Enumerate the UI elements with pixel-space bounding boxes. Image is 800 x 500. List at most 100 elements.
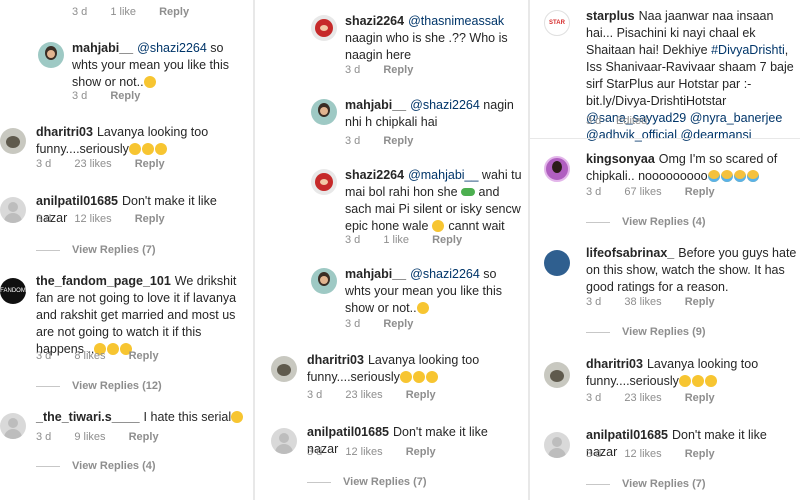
likes-count[interactable]: 67 likes bbox=[624, 186, 661, 198]
time-label: 3 d bbox=[307, 446, 323, 458]
avatar[interactable] bbox=[271, 356, 297, 382]
likes-count[interactable]: 8 likes bbox=[74, 350, 105, 362]
reply-button[interactable]: Reply bbox=[129, 431, 159, 443]
laughing-emoji-icon bbox=[141, 143, 154, 155]
comment-text: mahjabi__ @shazi2264 nagin nhi h chipkali… bbox=[345, 97, 525, 131]
username-link[interactable]: shazi2264 bbox=[345, 14, 404, 28]
likes-count[interactable]: 23 likes bbox=[624, 392, 661, 404]
reply-button[interactable]: Reply bbox=[406, 389, 436, 401]
laughing-emoji-icon bbox=[399, 371, 412, 383]
mention-link[interactable]: @shazi2264 bbox=[137, 41, 207, 55]
comment-meta: 3 d 8 likes Reply bbox=[36, 350, 179, 362]
time-label: 3 d bbox=[586, 392, 602, 404]
edited-label: Edited bbox=[616, 115, 648, 127]
likes-count[interactable]: 1 like bbox=[383, 234, 409, 246]
avatar[interactable] bbox=[311, 15, 337, 41]
mention-link[interactable]: @shazi2264 bbox=[410, 267, 480, 281]
comment-meta: 3 d 38 likes Reply bbox=[586, 296, 735, 308]
reply-button[interactable]: Reply bbox=[685, 392, 715, 404]
comment-text: kingsonyaa Omg I'm so scared of chipkali.… bbox=[586, 151, 800, 185]
likes-count[interactable]: 38 likes bbox=[624, 296, 661, 308]
likes-count[interactable]: 12 likes bbox=[624, 448, 661, 460]
avatar[interactable] bbox=[0, 413, 26, 439]
username-link[interactable]: shazi2264 bbox=[345, 168, 404, 182]
avatar[interactable] bbox=[544, 250, 570, 276]
reply-button[interactable]: Reply bbox=[383, 64, 413, 76]
thinking-emoji-icon bbox=[143, 76, 156, 88]
avatar[interactable] bbox=[38, 42, 64, 68]
likes-count[interactable]: 12 likes bbox=[74, 213, 111, 225]
username-link[interactable]: _the_tiwari.s____ bbox=[36, 410, 140, 424]
avatar[interactable] bbox=[311, 268, 337, 294]
avatar[interactable] bbox=[544, 156, 570, 182]
view-replies-button[interactable]: View Replies (12) bbox=[36, 380, 162, 392]
username-link[interactable]: mahjabi__ bbox=[72, 41, 133, 55]
avatar[interactable] bbox=[271, 428, 297, 454]
likes-count[interactable]: 23 likes bbox=[74, 158, 111, 170]
username-link[interactable]: dharitri03 bbox=[36, 125, 93, 139]
avatar[interactable] bbox=[0, 128, 26, 154]
reply-button[interactable]: Reply bbox=[383, 318, 413, 330]
username-link[interactable]: anilpatil01685 bbox=[36, 194, 118, 208]
likes-count[interactable]: 23 likes bbox=[345, 389, 382, 401]
reply-button[interactable]: Reply bbox=[383, 135, 413, 147]
username-link[interactable]: mahjabi__ bbox=[345, 267, 406, 281]
crying-emoji-icon bbox=[733, 170, 746, 182]
reply-button[interactable]: Reply bbox=[406, 446, 436, 458]
view-replies-button[interactable]: View Replies (4) bbox=[36, 460, 156, 472]
crying-emoji-icon bbox=[707, 170, 720, 182]
time-label: 3 d bbox=[345, 318, 361, 330]
reply-button[interactable]: Reply bbox=[685, 448, 715, 460]
time-label: 3 d bbox=[72, 90, 88, 102]
likes-count[interactable]: 9 likes bbox=[74, 431, 105, 443]
view-replies-button[interactable]: View Replies (7) bbox=[307, 476, 427, 488]
username-link[interactable]: mahjabi__ bbox=[345, 98, 406, 112]
avatar[interactable] bbox=[544, 432, 570, 458]
likes-count[interactable]: 12 likes bbox=[345, 446, 382, 458]
reply-button[interactable]: Reply bbox=[159, 6, 189, 18]
reply-button[interactable]: Reply bbox=[129, 350, 159, 362]
reply-button[interactable]: Reply bbox=[685, 296, 715, 308]
starplus-logo-icon[interactable]: STAR bbox=[544, 10, 570, 36]
view-replies-button[interactable]: View Replies (4) bbox=[586, 216, 706, 228]
username-link[interactable]: anilpatil01685 bbox=[307, 425, 389, 439]
hashtag-link[interactable]: #DivyaDrishti bbox=[711, 43, 785, 57]
mention-link[interactable]: @mahjabi__ bbox=[408, 168, 478, 182]
avatar[interactable] bbox=[544, 362, 570, 388]
comment-text: shazi2264 @thasnimeassak naagin who is sh… bbox=[345, 13, 525, 64]
username-link[interactable]: lifeofsabrinax_ bbox=[586, 246, 674, 260]
reply-button[interactable]: Reply bbox=[135, 158, 165, 170]
username-link[interactable]: dharitri03 bbox=[307, 353, 364, 367]
avatar[interactable] bbox=[311, 169, 337, 195]
comment-text: mahjabi__ @shazi2264 so whts your mean yo… bbox=[72, 40, 247, 91]
avatar[interactable] bbox=[0, 197, 26, 223]
view-replies-button[interactable]: View Replies (7) bbox=[36, 244, 156, 256]
avatar[interactable]: FANDOM bbox=[0, 278, 26, 304]
time-label: 3 d bbox=[586, 296, 602, 308]
reply-button[interactable]: Reply bbox=[135, 213, 165, 225]
mention-link[interactable]: @thasnimeassak bbox=[408, 14, 504, 28]
username-link[interactable]: dharitri03 bbox=[586, 357, 643, 371]
likes-count[interactable]: 1 like bbox=[110, 6, 136, 18]
mention-link[interactable]: @shazi2264 bbox=[410, 98, 480, 112]
username-link[interactable]: the_fandom_page_101 bbox=[36, 274, 171, 288]
username-link[interactable]: kingsonyaa bbox=[586, 152, 655, 166]
comment-meta: 3 d 9 likes Reply bbox=[36, 431, 179, 443]
reply-button[interactable]: Reply bbox=[110, 90, 140, 102]
thinking-emoji-icon bbox=[416, 302, 429, 314]
time-label: 3 d bbox=[345, 64, 361, 76]
avatar[interactable] bbox=[311, 99, 337, 125]
reply-button[interactable]: Reply bbox=[432, 234, 462, 246]
laughing-emoji-icon bbox=[412, 371, 425, 383]
view-replies-button[interactable]: View Replies (9) bbox=[586, 326, 706, 338]
username-link[interactable]: starplus bbox=[586, 9, 635, 23]
time-label: 3 d bbox=[36, 431, 52, 443]
reply-button[interactable]: Reply bbox=[685, 186, 715, 198]
comments-panel-3: STAR starplus Naa jaanwar naa insaan hai.… bbox=[528, 0, 800, 500]
laughing-emoji-icon bbox=[704, 375, 717, 387]
view-replies-button[interactable]: View Replies (7) bbox=[586, 478, 706, 490]
comment-meta: 3 d 23 likes Reply bbox=[307, 389, 456, 401]
username-link[interactable]: anilpatil01685 bbox=[586, 428, 668, 442]
comment-text: the_fandom_page_101 We drikshit fan are n… bbox=[36, 273, 250, 358]
time-label: 3 d bbox=[36, 213, 52, 225]
